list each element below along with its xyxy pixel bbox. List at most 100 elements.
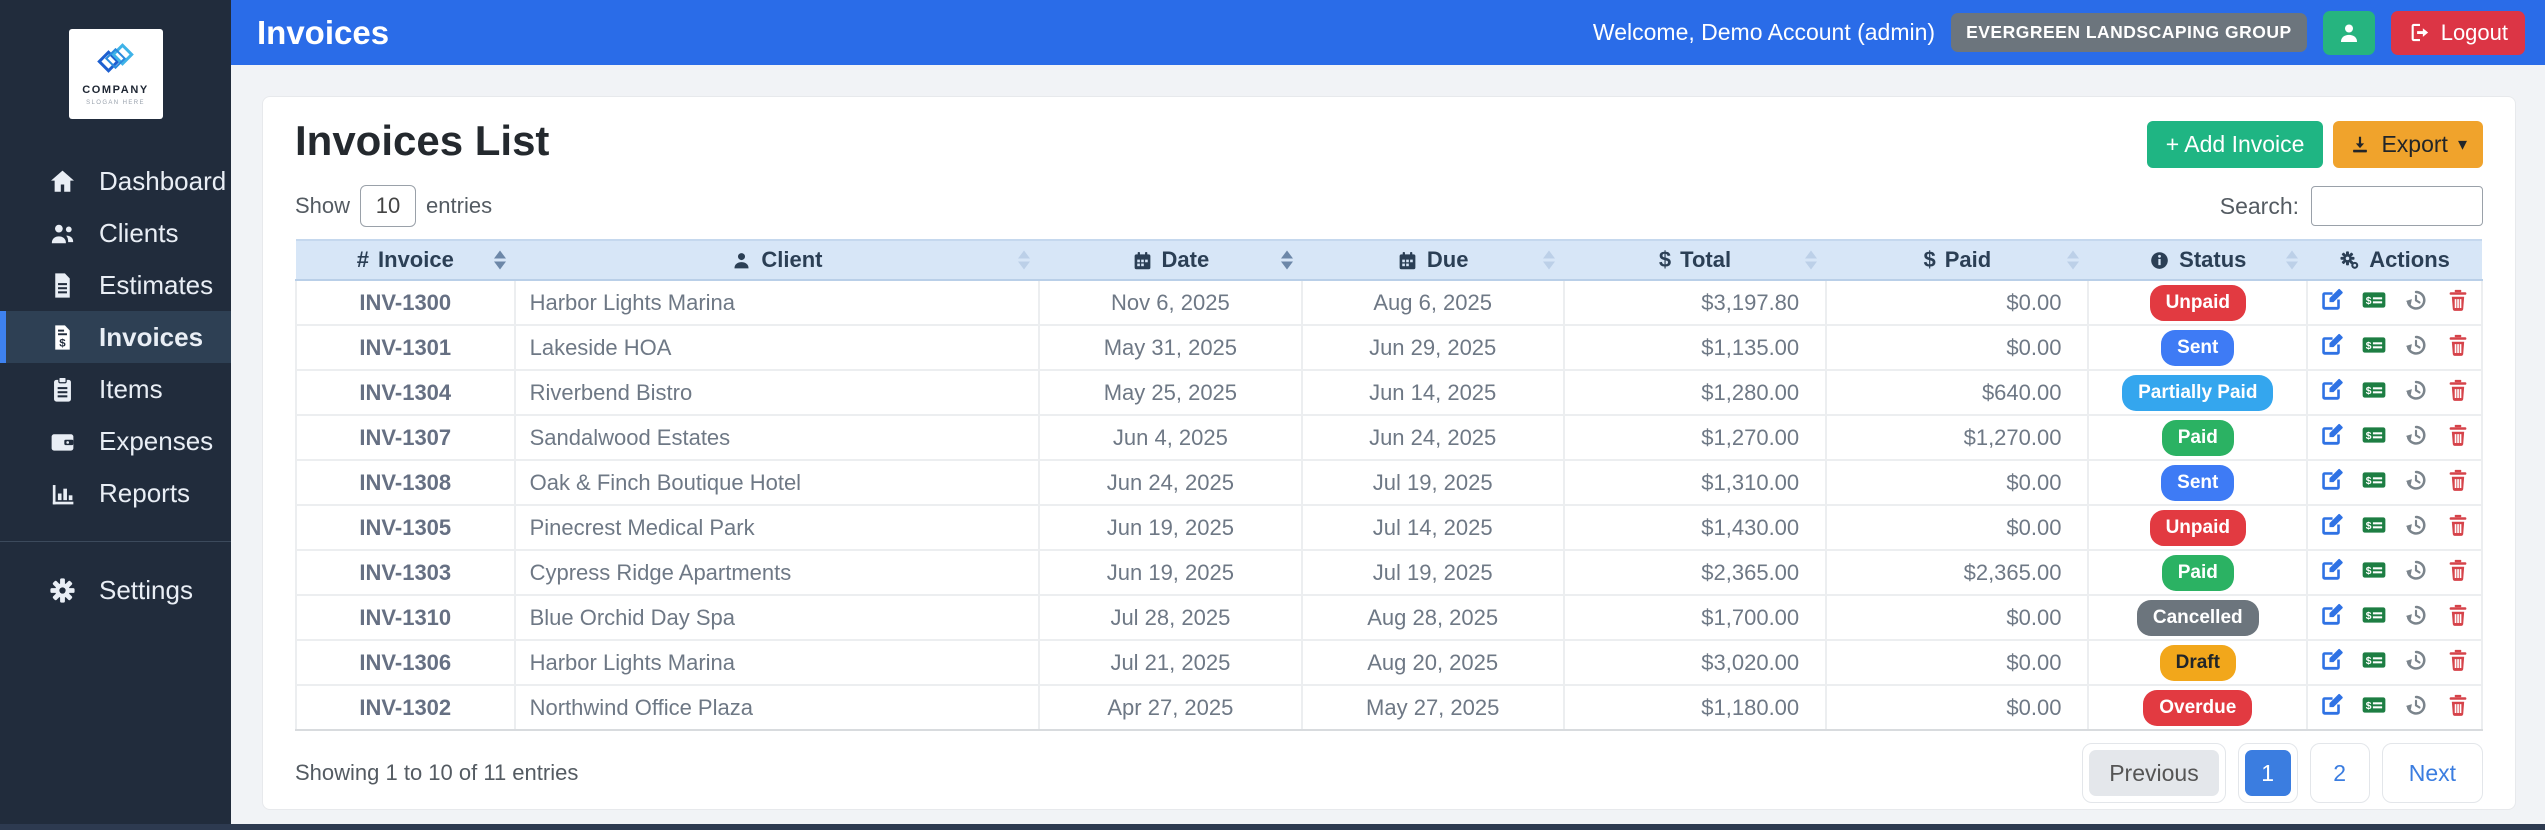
sidebar-item-expenses[interactable]: Expenses: [0, 415, 231, 467]
page-2-button[interactable]: 2: [2316, 750, 2363, 796]
record-payment-button[interactable]: $: [2361, 602, 2387, 628]
record-payment-button[interactable]: $: [2361, 512, 2387, 538]
edit-invoice-button[interactable]: [2319, 377, 2345, 403]
total-amount: $1,310.00: [1562, 459, 1828, 505]
delete-invoice-button[interactable]: [2445, 467, 2471, 493]
column-header-status[interactable]: Status: [2088, 239, 2308, 281]
edit-invoice-button[interactable]: [2319, 692, 2345, 718]
column-header-client[interactable]: Client: [514, 239, 1040, 281]
delete-invoice-button[interactable]: [2445, 332, 2471, 358]
delete-invoice-button[interactable]: [2445, 287, 2471, 313]
edit-invoice-button[interactable]: [2319, 467, 2345, 493]
edit-invoice-button[interactable]: [2319, 512, 2345, 538]
status-badge: Unpaid: [2149, 509, 2246, 546]
next-page-button[interactable]: Next: [2388, 750, 2476, 796]
delete-invoice-button[interactable]: [2445, 377, 2471, 403]
history-button[interactable]: [2403, 692, 2429, 718]
table-row[interactable]: INV-1304 Riverbend Bistro May 25, 2025 J…: [295, 369, 2483, 415]
trash-icon: [2449, 424, 2466, 446]
previous-page-button[interactable]: Previous: [2089, 750, 2219, 796]
history-icon: [2405, 335, 2426, 355]
edit-invoice-button[interactable]: [2319, 287, 2345, 313]
table-row[interactable]: INV-1310 Blue Orchid Day Spa Jul 28, 202…: [295, 594, 2483, 640]
delete-invoice-button[interactable]: [2445, 512, 2471, 538]
calendar-icon: [1134, 251, 1150, 269]
delete-invoice-button[interactable]: [2445, 647, 2471, 673]
record-payment-button[interactable]: $: [2361, 422, 2387, 448]
sidebar-item-reports[interactable]: Reports: [0, 467, 231, 519]
sort-icon: [2067, 250, 2080, 270]
table-row[interactable]: INV-1308 Oak & Finch Boutique Hotel Jun …: [295, 459, 2483, 505]
history-button[interactable]: [2403, 377, 2429, 403]
history-button[interactable]: [2403, 512, 2429, 538]
edit-invoice-button[interactable]: [2319, 647, 2345, 673]
table-row[interactable]: INV-1306 Harbor Lights Marina Jul 21, 20…: [295, 639, 2483, 685]
record-payment-button[interactable]: $: [2361, 467, 2387, 493]
page-length-select[interactable]: 10: [360, 185, 417, 227]
edit-icon: [2321, 378, 2343, 400]
history-button[interactable]: [2403, 422, 2429, 448]
total-amount: $1,280.00: [1562, 369, 1828, 415]
record-payment-button[interactable]: $: [2361, 287, 2387, 313]
due-date: Jul 19, 2025: [1300, 459, 1565, 505]
trash-icon: [2449, 469, 2466, 491]
record-payment-button[interactable]: $: [2361, 692, 2387, 718]
due-date: Jun 14, 2025: [1300, 369, 1565, 415]
logout-button[interactable]: Logout: [2390, 10, 2525, 55]
add-invoice-button[interactable]: + Add Invoice: [2146, 121, 2324, 168]
edit-invoice-button[interactable]: [2319, 422, 2345, 448]
history-button[interactable]: [2403, 332, 2429, 358]
sidebar-item-items[interactable]: Items: [0, 363, 231, 415]
sidebar-item-label: Estimates: [99, 269, 214, 300]
edit-icon: [2321, 468, 2343, 490]
sort-icon: [1280, 250, 1293, 270]
record-payment-button[interactable]: $: [2361, 377, 2387, 403]
edit-invoice-button[interactable]: [2319, 602, 2345, 628]
invoice-number: INV-1302: [295, 684, 516, 731]
paid-amount: $0.00: [1825, 279, 2090, 325]
column-header-paid[interactable]: $ Paid: [1826, 239, 2089, 281]
search-input[interactable]: [2311, 186, 2483, 226]
gears-icon: [2340, 250, 2359, 269]
delete-invoice-button[interactable]: [2445, 422, 2471, 448]
history-button[interactable]: [2403, 467, 2429, 493]
edit-icon: [2321, 603, 2343, 625]
table-row[interactable]: INV-1300 Harbor Lights Marina Nov 6, 202…: [295, 279, 2483, 325]
invoice-date: Jun 19, 2025: [1038, 504, 1303, 550]
caret-down-icon: ▾: [2457, 134, 2467, 154]
table-row[interactable]: INV-1305 Pinecrest Medical Park Jun 19, …: [295, 504, 2483, 550]
column-header-due[interactable]: Due: [1301, 239, 1564, 281]
sidebar-item-clients[interactable]: Clients: [0, 207, 231, 259]
sidebar-item-invoices[interactable]: $ Invoices: [0, 311, 231, 363]
sidebar-item-settings[interactable]: Settings: [0, 564, 231, 616]
paid-amount: $0.00: [1825, 594, 2090, 640]
page-1-button[interactable]: 1: [2244, 750, 2291, 796]
edit-icon: [2321, 333, 2343, 355]
history-button[interactable]: [2403, 287, 2429, 313]
user-account-button[interactable]: [2322, 10, 2375, 55]
delete-invoice-button[interactable]: [2445, 692, 2471, 718]
edit-invoice-button[interactable]: [2319, 557, 2345, 583]
table-row[interactable]: INV-1302 Northwind Office Plaza Apr 27, …: [295, 684, 2483, 731]
sidebar-item-estimates[interactable]: Estimates: [0, 259, 231, 311]
table-row[interactable]: INV-1307 Sandalwood Estates Jun 4, 2025 …: [295, 414, 2483, 460]
record-payment-button[interactable]: $: [2361, 557, 2387, 583]
column-header-invoice[interactable]: # Invoice: [296, 239, 515, 281]
edit-icon: [2321, 648, 2343, 670]
sidebar-item-dashboard[interactable]: Dashboard: [0, 155, 231, 207]
column-header-date[interactable]: Date: [1039, 239, 1302, 281]
delete-invoice-button[interactable]: [2445, 557, 2471, 583]
history-button[interactable]: [2403, 557, 2429, 583]
table-row[interactable]: INV-1301 Lakeside HOA May 31, 2025 Jun 2…: [295, 324, 2483, 370]
history-button[interactable]: [2403, 647, 2429, 673]
delete-invoice-button[interactable]: [2445, 602, 2471, 628]
history-button[interactable]: [2403, 602, 2429, 628]
table-row[interactable]: INV-1303 Cypress Ridge Apartments Jun 19…: [295, 549, 2483, 595]
record-payment-button[interactable]: $: [2361, 332, 2387, 358]
record-payment-button[interactable]: $: [2361, 647, 2387, 673]
info-circle-icon: [2151, 251, 2168, 269]
column-header-total[interactable]: $ Total: [1563, 239, 1827, 281]
export-button[interactable]: Export ▾: [2333, 121, 2483, 168]
sort-icon: [1542, 250, 1555, 270]
edit-invoice-button[interactable]: [2319, 332, 2345, 358]
